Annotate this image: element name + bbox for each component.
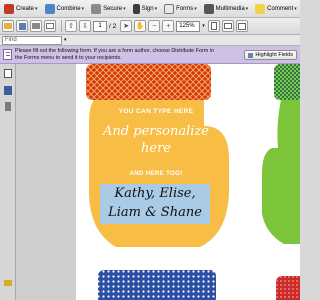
personalize-line-1: And personalize	[103, 124, 209, 139]
arrow-down-icon: ⇩	[82, 23, 88, 30]
combine-label: Combine	[56, 5, 81, 12]
chevron-down-icon: ▾	[35, 5, 38, 12]
mitten-cuff-red-bottom	[276, 276, 300, 300]
printer-icon	[32, 23, 40, 29]
forms-button[interactable]: Forms ▾	[162, 1, 199, 16]
email-button[interactable]	[44, 20, 56, 32]
create-icon	[4, 3, 14, 14]
name-field-line-1: Kathy, Elise,	[114, 186, 196, 201]
fit-width-button[interactable]	[221, 20, 234, 32]
page-total: / 2	[109, 22, 117, 30]
main-toolbar: Create ▾ Combine ▾ Secure ▾ Sign ▾ Forms ▾ Mu…	[0, 0, 300, 18]
previous-page-button[interactable]: ⇧	[65, 20, 77, 32]
navigation-pane	[0, 64, 16, 300]
mitten-cuff-blue	[98, 270, 216, 300]
find-placeholder: Find	[5, 36, 17, 43]
type-here-heading: YOU CAN TYPE HERE	[118, 108, 194, 115]
zoom-value: 125%	[179, 22, 195, 29]
fit-page-icon	[210, 22, 217, 30]
combine-icon	[44, 3, 55, 14]
secure-label: Secure	[103, 5, 123, 12]
chevron-down-icon: ▾	[154, 5, 158, 12]
highlight-fields-button[interactable]: Highlight Fields	[244, 50, 297, 60]
fit-width-icon	[223, 23, 232, 29]
zoom-input[interactable]: 125%	[176, 20, 201, 32]
chevron-down-icon: ▾	[81, 5, 85, 12]
zoom-out-button[interactable]: −	[148, 20, 161, 32]
find-bar: Find ▾	[0, 35, 300, 46]
mitten-artwork	[86, 64, 300, 300]
envelope-icon	[46, 23, 54, 29]
here-too-heading: AND HERE TOO!	[129, 170, 183, 177]
forms-label: Forms	[176, 5, 194, 12]
chevron-down-icon: ▾	[245, 5, 249, 12]
personalize-line-2: here	[141, 141, 171, 156]
form-notice-text: Please fill out the following form. If y…	[15, 48, 214, 61]
mitten-cuff-green	[274, 64, 300, 100]
chevron-down-icon: ▾	[194, 5, 197, 12]
minus-icon: −	[152, 22, 157, 30]
highlight-fields-label: Highlight Fields	[255, 52, 293, 58]
film-icon	[203, 3, 214, 14]
find-input[interactable]: Find	[2, 35, 62, 45]
create-button[interactable]: Create ▾	[2, 1, 40, 16]
mitten-green	[262, 100, 300, 244]
chevron-down-icon: ▾	[294, 5, 297, 12]
arrow-up-icon: ⇧	[68, 23, 74, 30]
sign-label: Sign	[141, 5, 154, 12]
highlight-icon	[248, 52, 254, 58]
disk-icon	[18, 22, 26, 30]
multimedia-button[interactable]: Multimedia ▾	[202, 1, 251, 16]
chevron-down-icon[interactable]: ▾	[64, 37, 67, 43]
navigation-toolbar: ⇧ ⇩ 1 / 2 ➤ ✋ − + 125% ▾	[0, 18, 300, 35]
print-button[interactable]	[30, 20, 42, 32]
hand-tool-button[interactable]: ✋	[134, 20, 147, 32]
comment-button[interactable]: Comment ▾	[253, 1, 299, 16]
cursor-icon: ➤	[123, 23, 130, 30]
mitten-cuff-red	[86, 64, 211, 100]
lock-icon	[91, 3, 102, 14]
comments-icon[interactable]	[4, 280, 12, 286]
document-area: YOU CAN TYPE HERE And personalize here A…	[16, 64, 300, 300]
fit-page-button[interactable]	[207, 20, 220, 32]
multimedia-label: Multimedia	[215, 5, 245, 12]
page-number-value: 1	[98, 22, 102, 29]
page-thumbnails-icon[interactable]	[4, 69, 12, 78]
open-folder-button[interactable]	[2, 20, 14, 32]
speech-bubble-icon	[255, 3, 266, 14]
comment-label: Comment	[267, 5, 294, 12]
attachments-icon[interactable]	[5, 102, 11, 111]
acrobat-window: Create ▾ Combine ▾ Secure ▾ Sign ▾ Forms ▾ Mu…	[0, 0, 300, 300]
two-page-icon	[237, 22, 246, 30]
select-tool-button[interactable]: ➤	[120, 20, 133, 32]
forms-icon	[164, 3, 175, 14]
form-document-icon	[3, 49, 12, 60]
pen-icon	[132, 3, 140, 14]
folder-icon	[4, 23, 12, 29]
hand-icon: ✋	[135, 23, 145, 30]
zoom-in-button[interactable]: +	[162, 20, 175, 32]
plus-icon: +	[166, 22, 171, 30]
combine-button[interactable]: Combine ▾	[43, 1, 87, 16]
zoom-dropdown-icon[interactable]: ▾	[202, 23, 205, 29]
next-page-button[interactable]: ⇩	[79, 20, 91, 32]
pdf-page: YOU CAN TYPE HERE And personalize here A…	[76, 64, 300, 300]
secure-button[interactable]: Secure ▾	[89, 1, 128, 16]
two-page-button[interactable]	[235, 20, 248, 32]
form-notice-bar: Please fill out the following form. If y…	[0, 46, 300, 64]
sign-button[interactable]: Sign ▾	[131, 1, 160, 16]
save-button[interactable]	[16, 20, 28, 32]
name-form-field[interactable]: Kathy, Elise, Liam & Shane	[100, 184, 210, 224]
chevron-down-icon: ▾	[123, 5, 126, 12]
create-label: Create	[16, 5, 35, 12]
bookmarks-icon[interactable]	[4, 86, 12, 95]
page-number-input[interactable]: 1	[93, 20, 107, 32]
name-field-line-2: Liam & Shane	[108, 205, 202, 220]
toolbar-divider	[61, 20, 62, 32]
